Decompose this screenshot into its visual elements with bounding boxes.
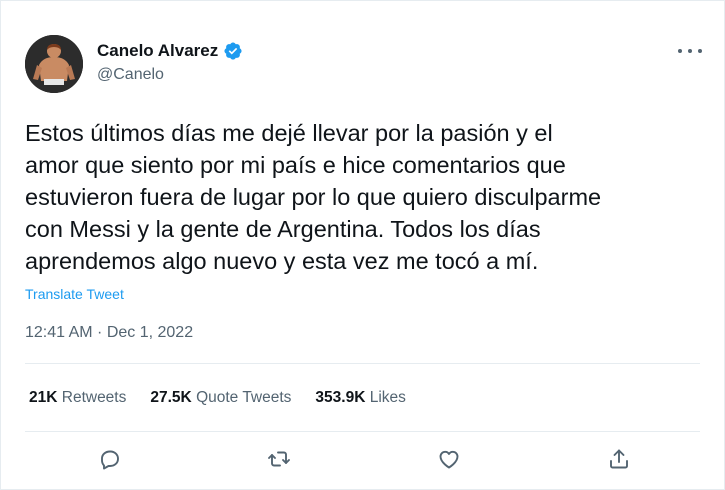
retweet-icon[interactable]: [265, 445, 293, 473]
tweet-text-line: estuvieron fuera de lugar por lo que qui…: [25, 184, 602, 210]
tweet-text-line: con Messi y la gente de Argentina. Todos…: [25, 216, 541, 242]
likes-label: Likes: [369, 389, 406, 406]
tweet-stats: 21K Retweets 27.5K Quote Tweets 353.9K L…: [29, 389, 406, 407]
avatar[interactable]: [25, 35, 83, 93]
tweet-actions: [1, 445, 725, 475]
author-name-row: Canelo Alvarez: [97, 41, 243, 61]
divider: [25, 363, 700, 364]
like-icon[interactable]: [435, 445, 463, 473]
tweet-timestamp[interactable]: 12:41 AM · Dec 1, 2022: [25, 324, 193, 342]
author-display-name[interactable]: Canelo Alvarez: [97, 41, 218, 61]
tweet-text-line: amor que siento por mi país e hice comen…: [25, 152, 566, 178]
more-dot: [688, 49, 692, 53]
tweet-text-line: aprendemos algo nuevo y esta vez me tocó…: [25, 248, 539, 274]
tweet-text: Estos últimos días me dejé llevar por la…: [25, 117, 705, 277]
quote-tweets-count: 27.5K: [150, 389, 192, 406]
translate-tweet-link[interactable]: Translate Tweet: [25, 286, 124, 302]
author-handle[interactable]: @Canelo: [97, 66, 164, 84]
retweets-label: Retweets: [61, 389, 127, 406]
quote-tweets-label: Quote Tweets: [196, 389, 292, 406]
likes-count: 353.9K: [315, 389, 366, 406]
verified-badge-icon: [223, 41, 243, 61]
reply-icon[interactable]: [96, 445, 124, 473]
more-dot: [698, 49, 702, 53]
tweet-text-line: Estos últimos días me dejé llevar por la…: [25, 120, 553, 146]
quote-tweets-stat[interactable]: 27.5K Quote Tweets: [150, 389, 291, 407]
retweets-count: 21K: [29, 389, 58, 406]
tweet-card: Canelo Alvarez @Canelo Estos últimos día…: [0, 0, 725, 490]
retweets-stat[interactable]: 21K Retweets: [29, 389, 126, 407]
more-options-icon[interactable]: [678, 41, 702, 61]
divider: [25, 431, 700, 432]
more-dot: [678, 49, 682, 53]
share-icon[interactable]: [605, 445, 633, 473]
likes-stat[interactable]: 353.9K Likes: [315, 389, 405, 407]
